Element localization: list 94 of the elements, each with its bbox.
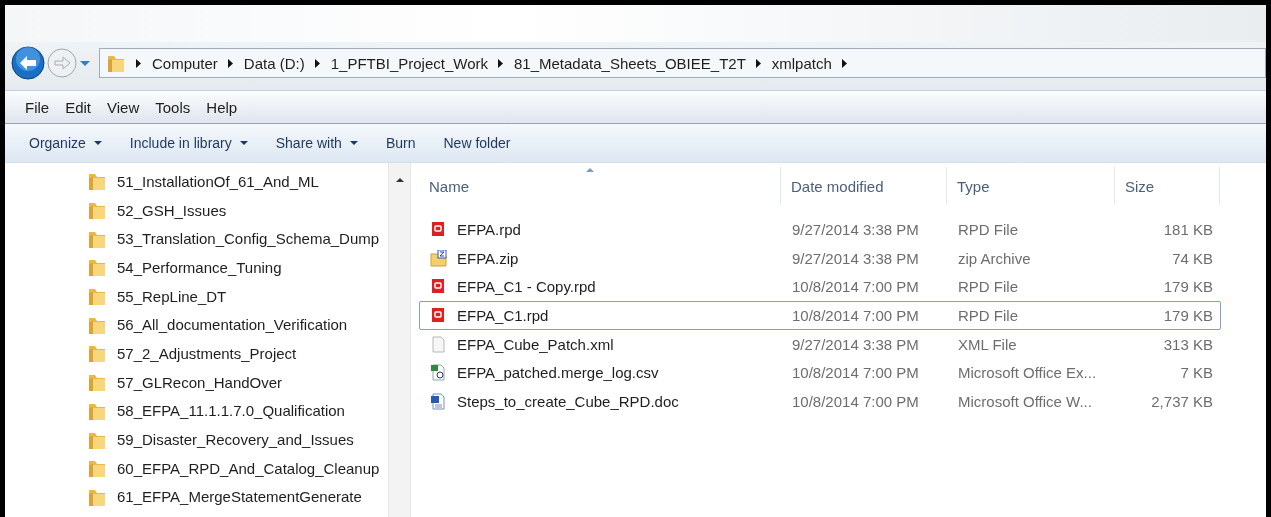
- menu-item[interactable]: Tools: [155, 98, 191, 116]
- file-name: EFPA_C1.rpd: [457, 306, 549, 324]
- date-modified: 10/8/2014 7:00 PM: [791, 364, 920, 382]
- folder-tree-item[interactable]: 57_2_Adjustments_Project: [87, 339, 388, 368]
- folder-tree-item[interactable]: 55_RepLine_DT: [87, 281, 388, 311]
- file-row[interactable]: EFPA_C1.rpd 10/8/2014 7:00 PM RPD File 179 KB: [419, 301, 1221, 330]
- folder-tree-item[interactable]: 58_EFPA_11.1.1.7.0_Qualification: [87, 396, 388, 426]
- file-row[interactable]: EFPA.rpd 9/27/2014 3:38 PM RPD File 181 KB: [419, 215, 1221, 244]
- folder-tree-item[interactable]: 53_Translation_Config_Schema_Dump: [87, 224, 388, 254]
- file-row[interactable]: EFPA_Cube_Patch.xml 9/27/2014 3:38 PM XML File 313 KB: [419, 329, 1221, 359]
- file-size: 179 KB: [1162, 306, 1214, 324]
- column-header[interactable]: Size: [1115, 167, 1220, 205]
- folder-tree-item[interactable]: 56_All_documentation_Verification: [87, 310, 388, 340]
- breadcrumb[interactable]: 1_PFTBI_Project_Work: [330, 54, 488, 72]
- toolbar-button[interactable]: Include in library: [119, 131, 258, 155]
- file-type: Microsoft Office Ex...: [957, 364, 1098, 382]
- folder-icon: [87, 171, 107, 192]
- menu-item[interactable]: View: [107, 98, 140, 116]
- file-type: XML File: [957, 335, 1018, 353]
- file-name: EFPA.rpd: [457, 220, 521, 238]
- chevron-right-icon: [227, 58, 234, 68]
- forward-button-icon: [47, 48, 77, 78]
- spreadsheet-file-icon: [430, 364, 447, 382]
- file-row[interactable]: EFPA.zip 9/27/2014 3:38 PM zip Archive 74 KB: [419, 243, 1221, 273]
- scroll-up-arrow-icon: [395, 177, 404, 183]
- column-header[interactable]: Date modified: [781, 167, 947, 205]
- folder-tree-item[interactable]: 52_GSH_Issues: [87, 195, 388, 225]
- file-type: RPD File: [957, 306, 1019, 324]
- file-type: zip Archive: [957, 249, 1032, 267]
- toolbar-button[interactable]: New folder: [433, 131, 521, 155]
- menu-item[interactable]: Edit: [65, 98, 92, 116]
- file-row[interactable]: EFPA_C1 - Copy.rpd 10/8/2014 7:00 PM RPD File 179 KB: [419, 272, 1221, 302]
- file-name: EFPA_patched.merge_log.csv: [457, 364, 659, 382]
- breadcrumb[interactable]: 81_Metadata_Sheets_OBIEE_T2T: [514, 54, 746, 72]
- chevron-right-icon: [314, 58, 321, 68]
- breadcrumb[interactable]: Data (D:): [243, 54, 305, 72]
- sort-arrow-icon: [586, 167, 594, 173]
- folder-tree-item[interactable]: 61_EFPA_MergeStatementGenerate: [87, 482, 388, 512]
- folder-tree-item[interactable]: 57_GLRecon_HandOver: [87, 367, 388, 397]
- folder-icon: [106, 53, 126, 73]
- column-header[interactable]: Name: [419, 167, 781, 205]
- file-type: RPD File: [957, 220, 1019, 238]
- chevron-right-icon: [136, 58, 142, 68]
- file-type: RPD File: [957, 278, 1019, 296]
- file-type: Microsoft Office W...: [957, 392, 1093, 410]
- date-modified: 9/27/2014 3:38 PM: [791, 249, 920, 267]
- address-bar[interactable]: Computer Data (D:) 1_PFTBI_Project_Work 81_Metadata_Sheets_OBIEE_T2T xmlpatch: [99, 48, 1266, 78]
- back-button-icon: [11, 46, 45, 80]
- toolbar-button[interactable]: Share with: [265, 131, 368, 155]
- repository-file-icon: [430, 306, 447, 324]
- file-size: 7 KB: [1179, 364, 1214, 382]
- chevron-right-icon: [841, 58, 848, 68]
- file-name: EFPA_Cube_Patch.xml: [457, 335, 614, 353]
- blank-document-icon: [430, 335, 447, 353]
- file-size: 179 KB: [1162, 278, 1214, 296]
- date-modified: 9/27/2014 3:38 PM: [791, 220, 920, 238]
- folder-tree-item[interactable]: 59_Disaster_Recovery_and_Issues: [87, 425, 388, 454]
- folder-icon: [87, 372, 107, 393]
- folder-icon: [87, 343, 107, 364]
- repository-file-icon: [430, 278, 447, 296]
- file-row[interactable]: EFPA_patched.merge_log.csv 10/8/2014 7:00 PM Microsoft Office Ex... 7 KB: [419, 358, 1221, 388]
- date-modified: 10/8/2014 7:00 PM: [791, 306, 920, 324]
- scrollbar[interactable]: [388, 163, 410, 517]
- repository-file-icon: [430, 220, 447, 238]
- breadcrumb[interactable]: xmlpatch: [771, 54, 832, 72]
- folder-tree-item[interactable]: 60_EFPA_RPD_And_Catalog_Cleanup: [87, 453, 388, 483]
- breadcrumb[interactable]: Computer: [152, 54, 218, 72]
- folder-icon: [87, 200, 107, 221]
- word-document-icon: [430, 392, 447, 410]
- file-row[interactable]: Steps_to_create_Cube_RPD.doc 10/8/2014 7:00 PM Microsoft Office W... 2,737 KB: [419, 387, 1221, 416]
- menu-item[interactable]: Help: [206, 98, 238, 116]
- chevron-right-icon: [498, 58, 504, 68]
- toolbar-button[interactable]: Organize: [19, 131, 112, 155]
- file-size: 313 KB: [1162, 335, 1214, 353]
- folder-tree-item[interactable]: 51_InstallationOf_61_And_ML: [87, 167, 388, 196]
- folder-tree-item[interactable]: 54_Performance_Tuning: [87, 253, 388, 282]
- zip-folder-icon: [430, 249, 447, 267]
- file-name: EFPA.zip: [457, 249, 519, 267]
- dropdown-arrow-icon: [79, 59, 91, 67]
- chevron-right-icon: [755, 58, 762, 68]
- column-header[interactable]: Type: [947, 167, 1115, 205]
- file-size: 181 KB: [1162, 220, 1214, 238]
- toolbar-button[interactable]: Burn: [375, 131, 426, 155]
- date-modified: 10/8/2014 7:00 PM: [791, 392, 920, 410]
- date-modified: 9/27/2014 3:38 PM: [791, 335, 920, 353]
- file-size: 2,737 KB: [1150, 392, 1214, 410]
- file-name: EFPA_C1 - Copy.rpd: [457, 278, 596, 296]
- date-modified: 10/8/2014 7:00 PM: [791, 278, 920, 296]
- folder-icon: [87, 257, 107, 278]
- folder-icon: [87, 286, 107, 307]
- menu-item[interactable]: File: [25, 98, 50, 116]
- folder-icon: [87, 458, 107, 479]
- file-name: Steps_to_create_Cube_RPD.doc: [457, 392, 679, 410]
- file-size: 74 KB: [1171, 249, 1214, 267]
